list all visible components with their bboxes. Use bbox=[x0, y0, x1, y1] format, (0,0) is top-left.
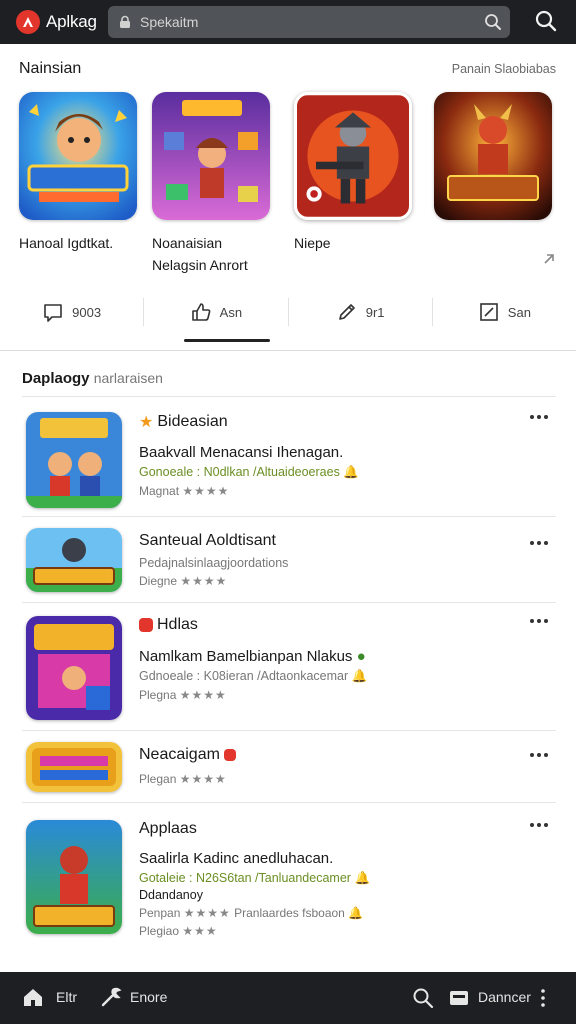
list-item-name: Applaas bbox=[139, 820, 197, 837]
game-icon bbox=[26, 820, 122, 934]
verified-icon: ● bbox=[356, 648, 366, 665]
list-item-meta: Gdnoeale : K08ieran /Adtaonkacemar 🔔 bbox=[139, 669, 368, 683]
action-like[interactable]: Asn bbox=[144, 298, 289, 326]
list-item[interactable]: Santeual Aoldtisant Pedajnalsinlaagjoord… bbox=[22, 528, 556, 603]
game-icon bbox=[26, 528, 122, 592]
divider bbox=[0, 350, 576, 351]
list-item[interactable]: Applaas Saalirla Kadinc anedluhacan. Got… bbox=[22, 820, 556, 944]
search-icon[interactable] bbox=[484, 13, 502, 31]
bell-icon: 🔔 bbox=[354, 871, 371, 885]
search-input[interactable] bbox=[140, 14, 470, 30]
search-icon[interactable] bbox=[534, 9, 558, 33]
game-icon bbox=[26, 412, 122, 508]
more-vertical-icon[interactable] bbox=[538, 988, 548, 1008]
list-item-description: Namlkam Bamelbianpan Nlakus ● bbox=[139, 648, 366, 665]
game-thumbnail bbox=[294, 92, 412, 220]
divider bbox=[22, 602, 556, 603]
bottom-nav: Eltr Enore Danncer bbox=[0, 972, 576, 1024]
bell-icon: 🔔 bbox=[351, 669, 368, 683]
lock-icon bbox=[120, 15, 130, 28]
list-item-description: Saalirla Kadinc anedluhacan. bbox=[139, 850, 334, 867]
compose-icon bbox=[479, 303, 498, 321]
home-icon bbox=[24, 989, 42, 1006]
game-thumbnail bbox=[152, 92, 270, 220]
thumbs-up-icon bbox=[191, 303, 211, 321]
more-options-icon[interactable] bbox=[528, 616, 550, 626]
list-item[interactable]: Hdlas Namlkam Bamelbianpan Nlakus ● Gdno… bbox=[22, 616, 556, 731]
action-comments[interactable]: 9003 bbox=[0, 298, 145, 326]
arrow-up-right-icon[interactable] bbox=[542, 252, 556, 266]
list-item-description: Baakvall Menacansi Ihenagan. bbox=[139, 444, 344, 461]
list-item[interactable]: ★ Bideasian Baakvall Menacansi Ihenagan. … bbox=[22, 412, 556, 517]
featured-card-title: Noanaisian Nelagsin Anrort bbox=[152, 235, 248, 273]
list-item-meta: Gotaleie : N26S6tan /Tanluandecamer 🔔 bbox=[139, 871, 371, 885]
action-row: 9003 Asn 9r1 San bbox=[0, 290, 576, 334]
wrench-icon bbox=[101, 987, 122, 1007]
list-item[interactable]: Neacaigam Plegan ★★★★ bbox=[22, 742, 556, 803]
folder-icon bbox=[450, 991, 468, 1005]
action-edit[interactable]: 9r1 bbox=[289, 298, 433, 326]
brand[interactable]: Aplkag bbox=[16, 10, 97, 34]
badge-icon bbox=[223, 749, 236, 761]
section-title: Nainsian bbox=[19, 60, 82, 77]
rating: Plegiao ★★★ bbox=[139, 924, 218, 938]
divider bbox=[22, 516, 556, 517]
list-item-text: Santeual Aoldtisant Pedajnalsinlaagjoord… bbox=[139, 532, 288, 588]
bell-icon: 🔔 bbox=[348, 906, 364, 920]
list-item-meta: Ddandanoy bbox=[139, 888, 203, 902]
divider bbox=[22, 802, 556, 803]
featured-card[interactable] bbox=[434, 92, 558, 232]
rating: Diegne ★★★★ bbox=[139, 574, 228, 588]
list-item-name: Hdlas bbox=[139, 616, 367, 634]
rating: Penpan ★★★★ Pranlaardes fsboaon 🔔 bbox=[139, 906, 364, 920]
chat-bubble-icon bbox=[44, 304, 62, 322]
list-header: Daplaogy narlaraisen bbox=[22, 370, 163, 387]
app-logo-icon bbox=[16, 10, 40, 34]
edit-pencil-icon bbox=[338, 304, 355, 320]
list-item-meta: Gonoeale : N0dlkan /Altuaideoeraes 🔔 bbox=[139, 465, 359, 479]
more-options-icon[interactable] bbox=[528, 820, 550, 830]
more-options-icon[interactable] bbox=[528, 412, 550, 422]
rating: Plegna ★★★★ bbox=[139, 688, 227, 702]
list-item-name: ★ Bideasian bbox=[139, 413, 228, 431]
divider bbox=[22, 730, 556, 731]
tab-indicator bbox=[184, 339, 270, 342]
nav-downloads[interactable]: Danncer bbox=[448, 986, 531, 1008]
list-item-name: Neacaigam bbox=[139, 746, 236, 764]
more-options-icon[interactable] bbox=[528, 750, 550, 760]
game-icon bbox=[26, 742, 122, 792]
divider bbox=[22, 396, 556, 397]
list-item-meta: Pedajnalsinlaagjoordations bbox=[139, 556, 289, 570]
bell-icon: 🔔 bbox=[343, 465, 359, 479]
featured-card[interactable]: Niepe bbox=[294, 92, 418, 254]
featured-card[interactable]: Noanaisian Nelagsin Anrort bbox=[152, 92, 276, 276]
list-item-text: ★ Bideasian Baakvall Menacansi Ihenagan. … bbox=[139, 412, 359, 498]
more-options-icon[interactable] bbox=[528, 538, 550, 548]
section-link[interactable]: Panain Slaobiabas bbox=[452, 62, 556, 76]
nav-home[interactable]: Eltr bbox=[22, 986, 77, 1008]
game-thumbnail bbox=[434, 92, 552, 220]
game-icon bbox=[26, 616, 122, 720]
search-bar[interactable] bbox=[108, 6, 510, 38]
featured-card-title: Hanoal Igdtkat. bbox=[19, 235, 114, 251]
list-item-text: Hdlas Namlkam Bamelbianpan Nlakus ● Gdno… bbox=[139, 616, 367, 702]
list-item-text: Applaas Saalirla Kadinc anedluhacan. Got… bbox=[139, 820, 370, 938]
brand-name: Aplkag bbox=[46, 12, 97, 31]
list-item-text: Neacaigam Plegan ★★★★ bbox=[139, 746, 236, 786]
badge-icon bbox=[139, 618, 153, 632]
rating: Plegan ★★★★ bbox=[139, 772, 227, 786]
search-icon[interactable] bbox=[412, 987, 434, 1009]
top-app-bar: Aplkag bbox=[0, 0, 576, 44]
rating: Magnat ★★★★ bbox=[139, 484, 230, 498]
featured-card-title: Niepe bbox=[294, 235, 331, 251]
nav-tools[interactable]: Enore bbox=[100, 986, 167, 1008]
action-compose[interactable]: San bbox=[433, 298, 576, 326]
featured-card[interactable]: Hanoal Igdtkat. bbox=[19, 92, 143, 254]
star-icon: ★ bbox=[139, 414, 154, 431]
game-thumbnail bbox=[19, 92, 137, 220]
list-item-name: Santeual Aoldtisant bbox=[139, 532, 276, 549]
